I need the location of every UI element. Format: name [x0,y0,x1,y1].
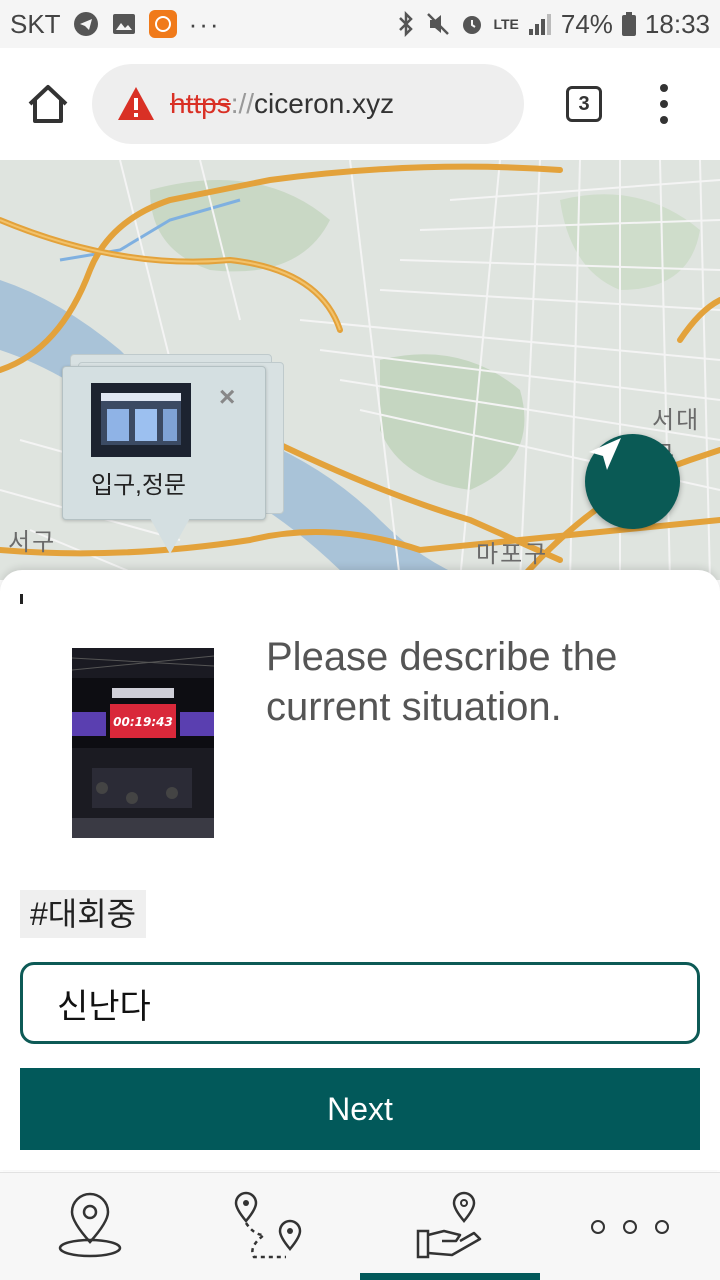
battery-icon [621,11,637,37]
status-right: LTE 74% 18:33 [395,9,710,40]
map-label-mapo: 마포구 [476,540,549,568]
navigation-arrow-icon [589,438,621,470]
menu-dot [660,84,668,92]
popup-close-button[interactable]: × [219,383,235,411]
gallery-icon [111,11,137,37]
app-notification-icon [148,10,177,38]
home-icon [28,85,68,123]
tab-switcher-button[interactable]: 3 [566,86,602,122]
map-view[interactable]: 서대문 마포구 서구 × 입구,정문 [0,160,720,580]
menu-dot [660,116,668,124]
popup-title: 입구,정문 [91,472,186,499]
more-notifications-icon: ··· [188,8,221,39]
next-button[interactable]: Next [20,1068,700,1150]
map-label-seo-gu: 서구 [8,528,57,556]
location-popup[interactable]: × 입구,정문 [62,366,266,520]
map-pin-icon [58,1192,122,1258]
my-location-button[interactable] [585,434,680,529]
alarm-icon [459,11,485,37]
not-secure-warning-icon [118,87,154,120]
clock: 18:33 [644,8,710,39]
menu-dot [660,100,668,108]
nav-item-route[interactable] [180,1173,360,1280]
home-button[interactable] [26,82,70,126]
route-icon [234,1191,302,1259]
status-bar: SKT ··· LTE 74% 18:33 [0,0,720,48]
popup-pointer [150,518,190,554]
active-tab-indicator [360,1273,540,1280]
location-thumbnail [91,383,191,457]
prompt-text: Please describe the current situation. [266,635,618,729]
bottom-navigation [0,1172,720,1280]
url-text: https://ciceron.xyz [170,88,394,120]
nav-item-location[interactable] [0,1173,180,1280]
browser-menu-button[interactable] [652,84,676,124]
more-icon [591,1220,669,1234]
report-sheet: 00:19:43 Please describe the current sit… [0,570,720,1170]
network-type-label: LTE [493,16,519,32]
carrier-label: SKT [10,8,61,39]
event-photo: 00:19:43 [72,648,214,838]
signal-icon [527,11,553,37]
sheet-handle [20,594,23,604]
hand-pin-icon [416,1191,482,1259]
battery-percent: 74% [560,8,613,39]
url-host: ciceron.xyz [254,88,395,119]
url-separator: :// [230,88,255,119]
hashtag-chip[interactable]: #대회중 [20,890,147,938]
address-bar[interactable]: https://ciceron.xyz [92,64,524,144]
mute-icon [425,11,451,37]
bluetooth-icon [395,11,417,37]
nav-item-more[interactable] [540,1173,720,1280]
browser-toolbar: https://ciceron.xyz 3 [0,48,720,160]
url-scheme: https [170,88,231,119]
nav-item-report[interactable] [360,1173,540,1280]
telegram-icon [73,11,99,37]
photo-timer-text: 00:19:43 [113,715,173,729]
situation-input[interactable] [20,962,700,1044]
status-left: SKT ··· [10,9,221,40]
